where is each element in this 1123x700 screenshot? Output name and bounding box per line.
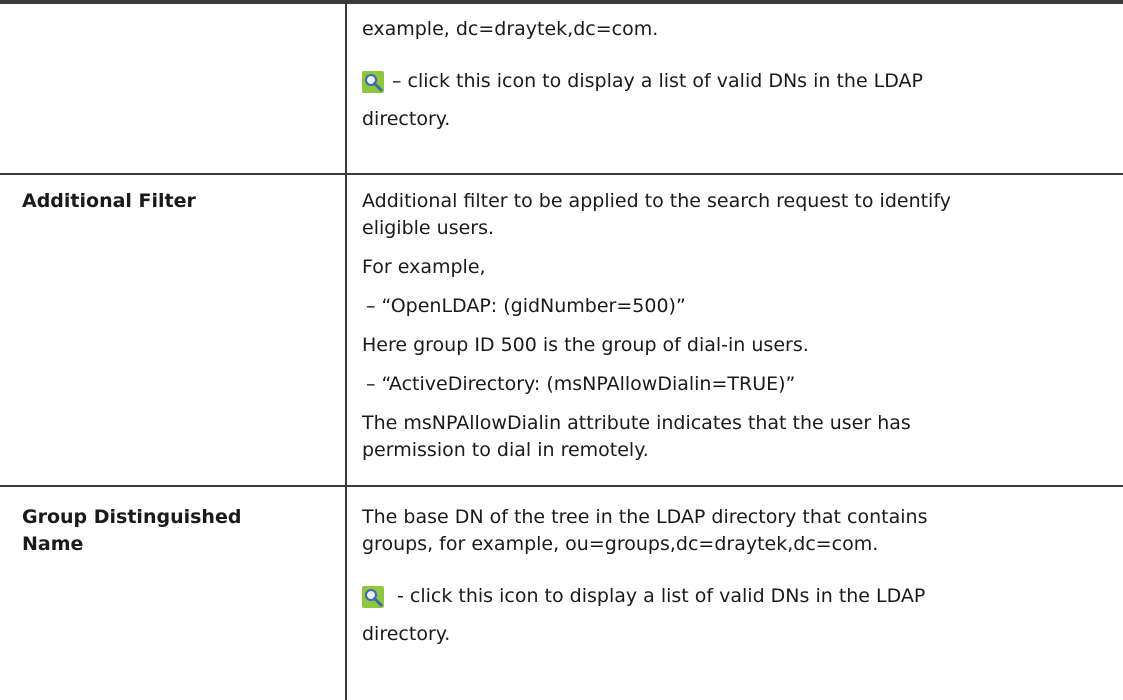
openldap-note: Here group ID 500 is the group of dial-i… (362, 334, 809, 356)
ldap-search-icon[interactable] (362, 71, 384, 93)
group-dn-desc: The base DN of the tree in the LDAP dire… (362, 506, 928, 528)
group-dn-desc-cont: groups, for example, ou=groups,dc=drayte… (362, 533, 879, 555)
group-dn-icon-description-cont: directory. (362, 623, 451, 645)
base-dn-example-text: example, dc=draytek,dc=com. (362, 18, 659, 40)
group-dn-label: Group Distinguished (22, 506, 242, 528)
group-dn-icon-description: - click this icon to display a list of v… (397, 585, 926, 607)
icon-description-cont: directory. (362, 108, 451, 130)
additional-filter-desc: Additional filter to be applied to the s… (362, 190, 951, 212)
ldap-search-icon[interactable] (362, 586, 384, 608)
row-divider (0, 173, 1123, 175)
table-top-border (0, 0, 1123, 4)
activedirectory-example: – “ActiveDirectory: (msNPAllowDialin=TRU… (366, 373, 796, 395)
row-divider (0, 485, 1123, 487)
activedirectory-note-cont: permission to dial in remotely. (362, 439, 649, 461)
additional-filter-label: Additional Filter (22, 190, 196, 212)
document-page: example, dc=draytek,dc=com. – click this… (0, 0, 1123, 700)
group-dn-label-cont: Name (22, 533, 84, 555)
table-column-divider (345, 0, 347, 700)
icon-description: – click this icon to display a list of v… (392, 70, 924, 92)
additional-filter-desc-cont: eligible users. (362, 217, 495, 239)
openldap-example: – “OpenLDAP: (gidNumber=500)” (366, 295, 686, 317)
for-example-text: For example, (362, 256, 486, 278)
activedirectory-note: The msNPAllowDialin attribute indicates … (362, 412, 911, 434)
